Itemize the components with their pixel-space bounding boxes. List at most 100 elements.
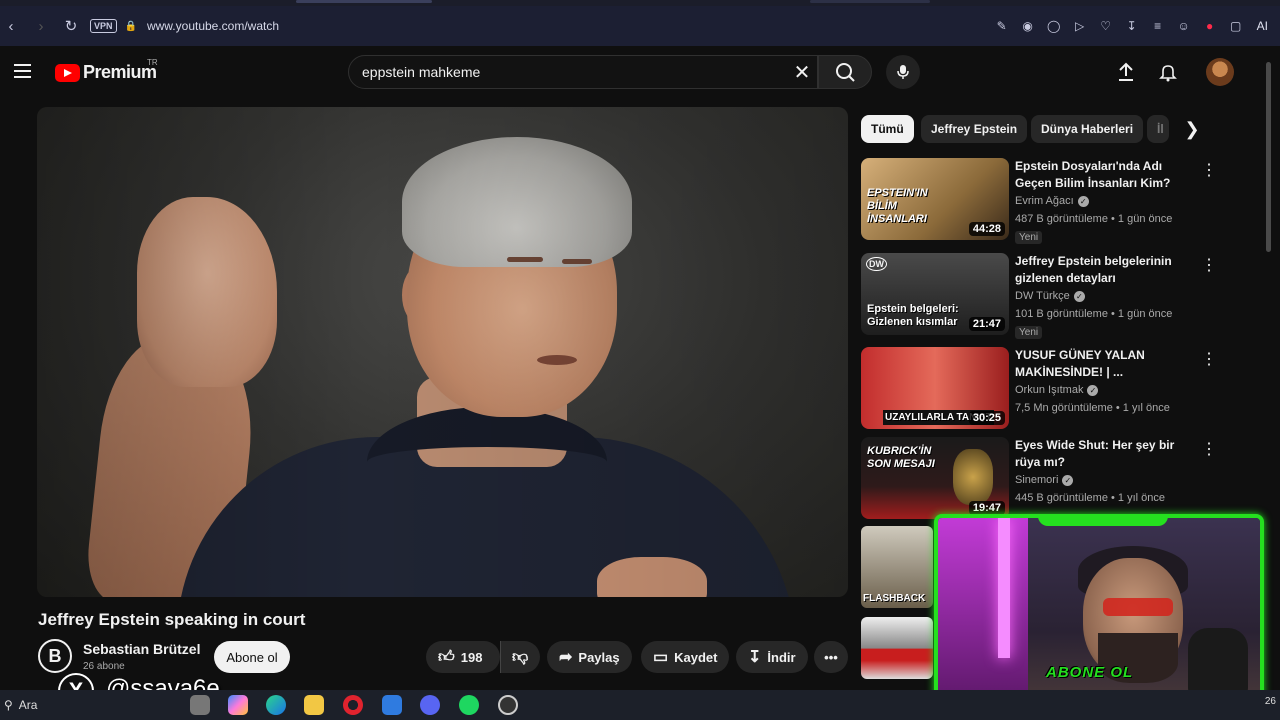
taskbar-search-label: Ara (18, 698, 38, 712)
shield-icon[interactable]: ◯ (1045, 17, 1063, 35)
play-icon[interactable]: ▷ (1071, 17, 1089, 35)
download-button[interactable]: ↧ İndir (736, 641, 808, 673)
browser-tab[interactable] (296, 0, 432, 3)
suggested-video[interactable]: KUBRICK'İN SON MESAJI 19:47 Eyes Wide Sh… (861, 437, 1261, 521)
chip-all[interactable]: Tümü (861, 115, 914, 143)
menu-icon[interactable]: ≡ (1149, 17, 1167, 35)
clear-search-icon[interactable]: ✕ (790, 60, 814, 84)
video-thumbnail[interactable]: FLASHBACK (861, 526, 933, 608)
windows-taskbar: ⚲ Ara 26 (0, 690, 1280, 720)
chevron-right-icon[interactable]: ❯ (1180, 117, 1204, 141)
suggested-meta: 445 B görüntüleme • 1 yıl önce (1015, 492, 1165, 504)
app-settings-icon[interactable] (498, 695, 518, 715)
upload-icon[interactable] (1114, 60, 1138, 84)
share-label: Paylaş (578, 649, 620, 665)
search-button[interactable] (818, 55, 872, 89)
video-thumbnail[interactable]: UZAYLILARLA TANIŞT 30:25 (861, 347, 1009, 429)
more-vertical-icon[interactable]: ⋮ (1201, 160, 1217, 180)
youtube-logo[interactable]: Premium TR (55, 58, 158, 83)
subscribe-button[interactable]: Abone ol (214, 641, 290, 673)
forward-icon[interactable]: › (30, 15, 52, 37)
discord-icon[interactable] (420, 695, 440, 715)
suggested-channel[interactable]: Evrim Ağacı ✓ (1015, 195, 1089, 207)
download-icon[interactable]: ↧ (1123, 17, 1141, 35)
subscribe-overlay-text: ABONE OL (1046, 664, 1134, 681)
app-copilot-icon[interactable] (228, 695, 248, 715)
save-button[interactable]: ▭ Kaydet (641, 641, 730, 673)
subscriber-count: 26 abone (83, 661, 125, 672)
vpn-badge[interactable]: VPN (90, 19, 117, 33)
search-icon: ⚲ (4, 698, 13, 712)
like-count: 198 (460, 649, 483, 665)
app-photos-icon[interactable] (190, 695, 210, 715)
channel-initial: B (48, 645, 62, 666)
url-text[interactable]: www.youtube.com/watch (147, 19, 279, 33)
edge-browser-icon[interactable] (266, 695, 286, 715)
edit-icon[interactable]: ✎ (993, 17, 1011, 35)
suggested-video[interactable]: DW Epstein belgeleri: Gizlenen kısımlar … (861, 253, 1261, 339)
profile-icon[interactable]: ☺ (1175, 17, 1193, 35)
new-badge: Yeni (1015, 231, 1043, 244)
more-vertical-icon[interactable]: ⋮ (1201, 439, 1217, 459)
video-shade (37, 107, 848, 597)
channel-label: Evrim Ağacı (1015, 195, 1074, 207)
video-title: Jeffrey Epstein speaking in court (38, 610, 306, 629)
verified-icon: ✓ (1087, 384, 1099, 396)
back-icon[interactable]: ‹ (0, 15, 22, 37)
record-icon[interactable]: ● (1201, 17, 1219, 35)
account-avatar[interactable] (1206, 58, 1234, 86)
like-button[interactable]: 👍︎ 198 (426, 641, 500, 673)
suggested-video[interactable]: EPSTEIN'IN BİLİM İNSANLARI 44:28 Epstein… (861, 158, 1261, 244)
chip-world-news[interactable]: Dünya Haberleri (1031, 115, 1144, 143)
thumbnail-text: KUBRICK'İN SON MESAJI (867, 445, 935, 470)
dislike-button[interactable]: 👎︎ (500, 641, 540, 673)
camera-icon[interactable]: ◉ (1019, 17, 1037, 35)
lock-icon: 🔒 (124, 20, 137, 32)
reload-icon[interactable]: ↻ (60, 15, 82, 37)
browser-address-bar: ‹ › ↻ VPN 🔒 www.youtube.com/watch ✎ ◉ ◯ … (0, 6, 1280, 46)
more-actions-button[interactable]: ••• (814, 641, 848, 673)
ai-button[interactable]: AI (1253, 17, 1272, 35)
suggested-channel[interactable]: Sinemori ✓ (1015, 474, 1074, 486)
chip-jeffrey-epstein[interactable]: Jeffrey Epstein (921, 115, 1028, 143)
box-icon[interactable]: ▢ (1227, 17, 1245, 35)
heart-icon[interactable]: ♡ (1097, 17, 1115, 35)
country-code: TR (147, 58, 158, 67)
video-duration: 44:28 (968, 222, 1005, 236)
voice-search-button[interactable] (886, 55, 920, 89)
system-tray-time[interactable]: 26 (1265, 696, 1276, 707)
video-thumbnail[interactable]: DW Epstein belgeleri: Gizlenen kısımlar … (861, 253, 1009, 335)
video-thumbnail[interactable] (861, 617, 933, 679)
notifications-bell-icon[interactable] (1156, 60, 1180, 84)
browser-tab[interactable] (810, 0, 930, 3)
video-thumbnail[interactable]: EPSTEIN'IN BİLİM İNSANLARI 44:28 (861, 158, 1009, 240)
browser-extensions: ✎ ◉ ◯ ▷ ♡ ↧ ≡ ☺ ● ▢ AI (993, 6, 1280, 46)
search-input[interactable]: eppstein mahkeme (348, 55, 818, 89)
more-vertical-icon[interactable]: ⋮ (1201, 349, 1217, 369)
download-arrow-icon: ↧ (748, 649, 762, 666)
youtube-play-icon (55, 63, 80, 82)
suggested-channel[interactable]: DW Türkçe ✓ (1015, 290, 1085, 302)
menu-hamburger-icon[interactable] (14, 64, 31, 78)
more-vertical-icon[interactable]: ⋮ (1201, 255, 1217, 275)
cam-red-glasses (1103, 598, 1173, 616)
spotify-icon[interactable] (459, 695, 479, 715)
microphone-icon (897, 65, 909, 79)
suggested-meta: 7,5 Mn görüntüleme • 1 yıl önce (1015, 402, 1170, 414)
taskbar-search[interactable]: ⚲ Ara (0, 690, 140, 720)
youtube-header: Premium TR eppstein mahkeme ✕ (0, 46, 1280, 102)
suggested-channel[interactable]: Orkun Işıtmak ✓ (1015, 384, 1099, 396)
suggested-video[interactable]: UZAYLILARLA TANIŞT 30:25 YUSUF GÜNEY YAL… (861, 347, 1261, 431)
share-button[interactable]: ➦ Paylaş (547, 641, 632, 673)
video-thumbnail[interactable]: KUBRICK'İN SON MESAJI 19:47 (861, 437, 1009, 519)
video-player[interactable] (37, 107, 848, 597)
channel-name[interactable]: Sebastian Brützel (83, 641, 200, 657)
channel-avatar[interactable]: B (38, 639, 72, 673)
page-scrollbar[interactable] (1266, 62, 1271, 252)
file-explorer-icon[interactable] (304, 695, 324, 715)
mail-icon[interactable] (382, 695, 402, 715)
more-horizontal-icon: ••• (824, 649, 838, 665)
dw-logo: DW (866, 257, 887, 271)
chip-partial[interactable]: İl (1147, 115, 1169, 143)
opera-browser-icon[interactable] (343, 695, 363, 715)
